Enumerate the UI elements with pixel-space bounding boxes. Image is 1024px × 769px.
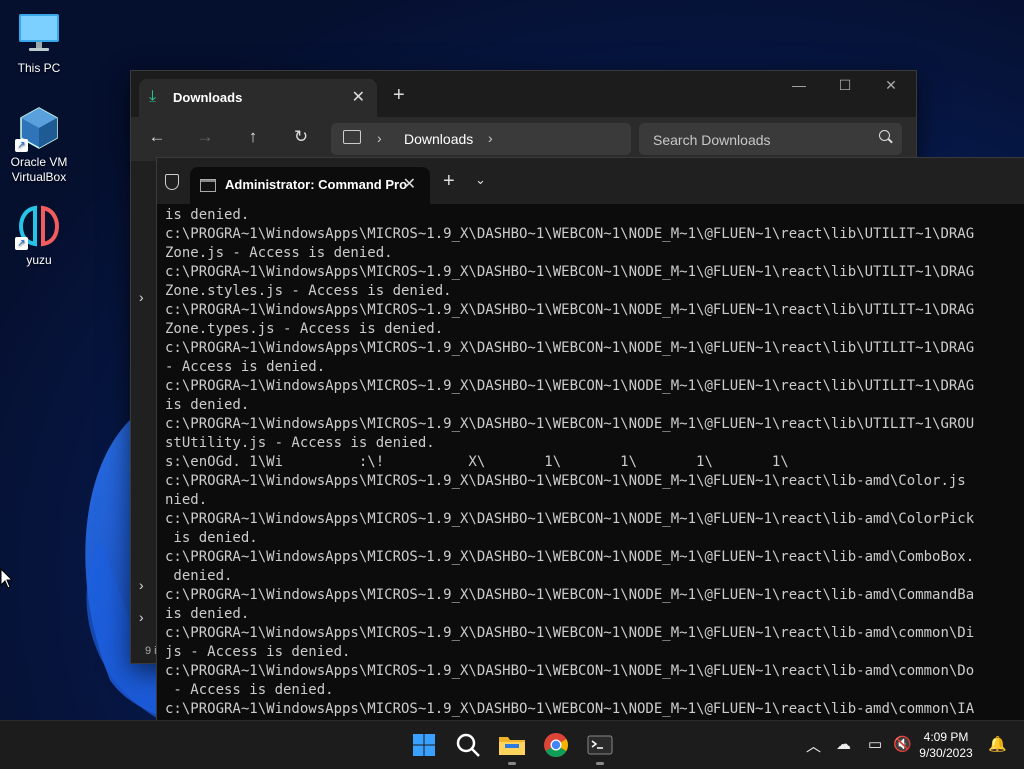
close-tab-icon[interactable]: ✕: [403, 174, 416, 194]
terminal-line: is denied.: [165, 530, 258, 546]
monitor-icon: [15, 10, 63, 58]
terminal-line: js - Access is denied.: [165, 644, 351, 660]
terminal-tab-bar: Administrator: Command Pro ✕ + ⌄: [157, 158, 1024, 204]
folder-icon: [499, 737, 525, 755]
taskbar: ︿ ☁ ▭ 🔇 4:09 PM 9/30/2023 🔔: [0, 720, 1024, 769]
search-icon[interactable]: [879, 130, 890, 141]
terminal-line: is denied.: [165, 606, 250, 622]
computer-icon: [343, 130, 361, 144]
download-icon: ⤓: [149, 88, 157, 105]
refresh-icon[interactable]: ↻: [289, 127, 313, 147]
clock-date: 9/30/2023: [919, 746, 973, 760]
status-bar-text: 9 i: [145, 645, 157, 657]
new-tab-button[interactable]: +: [393, 84, 405, 107]
taskbar-search-button[interactable]: [452, 729, 484, 761]
terminal-line: c:\PROGRA~1\WindowsApps\MICROS~1.9_X\DAS…: [165, 511, 975, 527]
volume-muted-icon[interactable]: 🔇: [893, 735, 912, 753]
address-bar[interactable]: › Downloads ›: [331, 123, 631, 155]
chevron-down-icon[interactable]: ⌄: [475, 172, 486, 188]
running-indicator: [508, 762, 516, 765]
breadcrumb-downloads[interactable]: Downloads: [404, 131, 473, 147]
windows-logo-icon: [413, 734, 435, 756]
explorer-toolbar: ← → ↑ ↻ › Downloads ›: [131, 117, 916, 161]
minimize-button[interactable]: —: [776, 77, 822, 93]
desktop-icon-label: This PC: [17, 61, 61, 75]
desktop-icon-label: Oracle VM VirtualBox: [10, 155, 68, 184]
terminal-line: - Access is denied.: [165, 682, 334, 698]
terminal-line: c:\PROGRA~1\WindowsApps\MICROS~1.9_X\DAS…: [165, 302, 975, 318]
chrome-icon: [544, 733, 568, 758]
expand-chevron-icon[interactable]: ›: [139, 609, 144, 625]
notification-bell-icon[interactable]: 🔔: [988, 735, 1007, 753]
explorer-tab-title: Downloads: [173, 90, 243, 105]
taskbar-terminal[interactable]: [584, 729, 616, 765]
desktop-icon-virtualbox[interactable]: ↗ Oracle VM VirtualBox: [4, 104, 74, 185]
terminal-line: stUtility.js - Access is denied.: [165, 435, 435, 451]
terminal-line: s:\enOGd. 1\Wi :\! X\ 1\ 1\ 1\ 1\: [165, 454, 789, 470]
terminal-icon: [587, 735, 613, 755]
clock-time: 4:09 PM: [923, 730, 969, 744]
terminal-line: c:\PROGRA~1\WindowsApps\MICROS~1.9_X\DAS…: [165, 226, 975, 242]
network-icon[interactable]: ▭: [868, 735, 882, 753]
onedrive-icon[interactable]: ☁: [836, 735, 851, 753]
search-icon: [456, 733, 480, 757]
start-button[interactable]: [408, 729, 440, 761]
shortcut-arrow-icon: ↗: [15, 139, 28, 152]
terminal-line: - Access is denied.: [165, 359, 326, 375]
taskbar-file-explorer[interactable]: [496, 729, 528, 765]
yuzu-icon: ↗: [15, 202, 63, 250]
explorer-tab-downloads[interactable]: ⤓ Downloads ✕: [139, 79, 377, 117]
terminal-tab-title: Administrator: Command Pro: [225, 177, 408, 192]
terminal-line: Zone.types.js - Access is denied.: [165, 321, 444, 337]
up-arrow-icon[interactable]: ↑: [241, 127, 265, 147]
expand-chevron-icon[interactable]: ›: [139, 577, 144, 593]
explorer-tab-bar: ⤓ Downloads ✕ + — ☐ ✕: [131, 71, 916, 117]
shield-icon: [165, 174, 179, 190]
close-tab-icon[interactable]: ✕: [352, 87, 365, 107]
maximize-button[interactable]: ☐: [822, 77, 868, 94]
back-arrow-icon[interactable]: ←: [145, 127, 169, 147]
terminal-line: c:\PROGRA~1\WindowsApps\MICROS~1.9_X\DAS…: [165, 416, 975, 432]
search-box[interactable]: [639, 123, 902, 157]
terminal-output[interactable]: is denied. c:\PROGRA~1\WindowsApps\MICROS…: [165, 206, 1024, 721]
chevron-right-icon: ›: [377, 130, 382, 146]
terminal-line: Zone.styles.js - Access is denied.: [165, 283, 452, 299]
chevron-right-icon[interactable]: ›: [488, 130, 493, 146]
terminal-line: denied.: [165, 568, 233, 584]
terminal-line: c:\PROGRA~1\WindowsApps\MICROS~1.9_X\DAS…: [165, 378, 975, 394]
terminal-tab-admin[interactable]: Administrator: Command Pro ✕: [190, 167, 430, 204]
shortcut-arrow-icon: ↗: [15, 237, 28, 250]
running-indicator: [596, 762, 604, 765]
mouse-cursor-icon: [0, 568, 14, 589]
terminal-line: c:\PROGRA~1\WindowsApps\MICROS~1.9_X\DAS…: [165, 473, 966, 489]
new-tab-button[interactable]: +: [443, 170, 455, 193]
close-window-button[interactable]: ✕: [868, 77, 914, 94]
search-input[interactable]: [639, 123, 875, 157]
desktop-icon-label: yuzu: [26, 253, 52, 267]
terminal-line: c:\PROGRA~1\WindowsApps\MICROS~1.9_X\DAS…: [165, 549, 975, 565]
desktop-icon-this-pc[interactable]: This PC: [4, 10, 74, 76]
desktop-icon-yuzu[interactable]: ↗ yuzu: [4, 202, 74, 268]
terminal-line: is denied.: [165, 207, 250, 223]
terminal-line: c:\PROGRA~1\WindowsApps\MICROS~1.9_X\DAS…: [165, 625, 975, 641]
command-prompt-icon: [200, 179, 216, 192]
terminal-line: c:\PROGRA~1\WindowsApps\MICROS~1.9_X\DAS…: [165, 701, 975, 717]
virtualbox-icon: ↗: [15, 104, 63, 152]
expand-chevron-icon[interactable]: ›: [139, 289, 144, 305]
terminal-line: c:\PROGRA~1\WindowsApps\MICROS~1.9_X\DAS…: [165, 264, 975, 280]
chevron-up-icon[interactable]: ︿: [806, 735, 821, 756]
terminal-window: Administrator: Command Pro ✕ + ⌄ is deni…: [156, 157, 1024, 722]
terminal-line: nied.: [165, 492, 208, 508]
taskbar-chrome[interactable]: [540, 729, 572, 761]
terminal-line: c:\PROGRA~1\WindowsApps\MICROS~1.9_X\DAS…: [165, 340, 975, 356]
terminal-line: is denied.: [165, 397, 250, 413]
terminal-line: Zone.js - Access is denied.: [165, 245, 393, 261]
clock[interactable]: 4:09 PM 9/30/2023: [912, 729, 980, 761]
forward-arrow-icon[interactable]: →: [193, 127, 217, 147]
terminal-line: c:\PROGRA~1\WindowsApps\MICROS~1.9_X\DAS…: [165, 587, 975, 603]
terminal-line: c:\PROGRA~1\WindowsApps\MICROS~1.9_X\DAS…: [165, 663, 975, 679]
